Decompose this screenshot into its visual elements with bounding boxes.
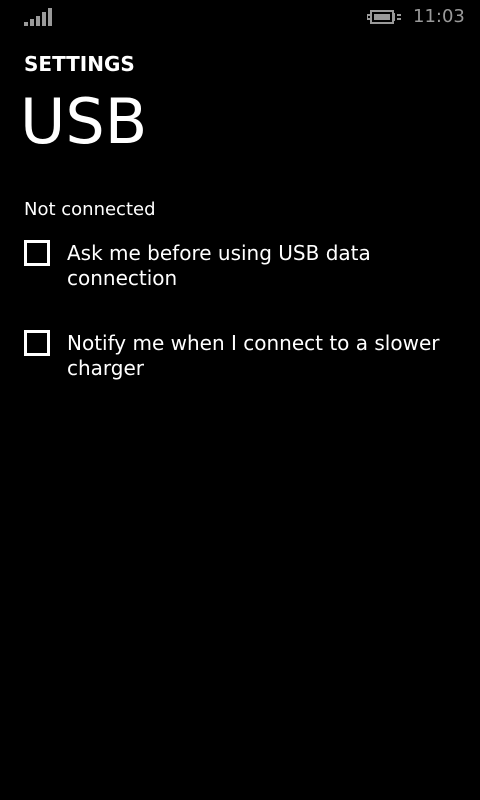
slow-charger-notify-label: Notify me when I connect to a slower cha… xyxy=(67,331,440,380)
clock: 11:03 xyxy=(413,6,465,27)
page-title: USB xyxy=(20,85,148,158)
status-bar: 11:03 xyxy=(0,0,480,34)
slow-charger-notify-checkbox[interactable] xyxy=(24,330,50,356)
app-title: SETTINGS xyxy=(24,52,135,76)
battery-charging-icon xyxy=(367,10,401,24)
signal-strength-icon xyxy=(24,8,52,26)
usb-connection-status: Not connected xyxy=(24,199,156,220)
usb-data-prompt-checkbox[interactable] xyxy=(24,240,50,266)
usb-data-prompt-label: Ask me before using USB data connection xyxy=(67,241,371,290)
